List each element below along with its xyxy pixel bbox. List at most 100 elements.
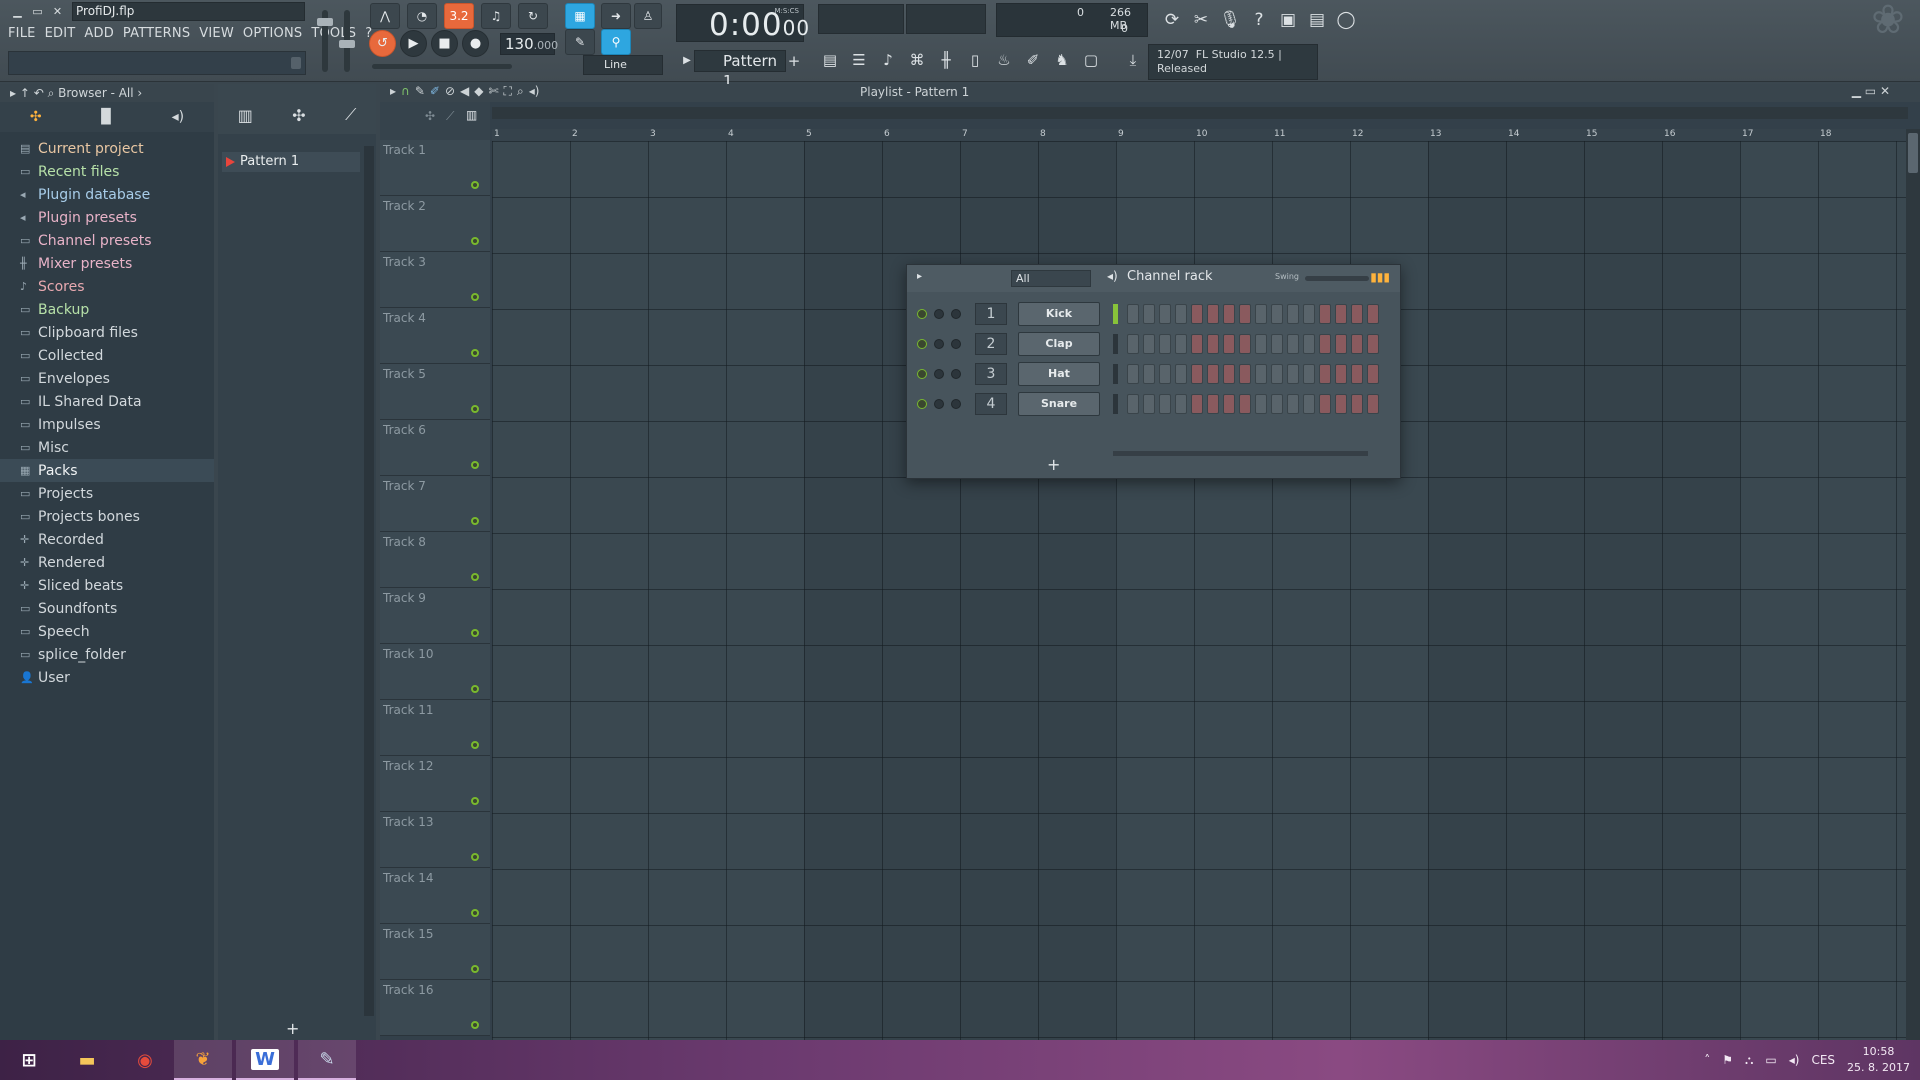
step-button[interactable] xyxy=(1335,364,1347,384)
step-button[interactable] xyxy=(1175,334,1187,354)
master-pitch-slider[interactable] xyxy=(339,10,355,72)
step-button[interactable] xyxy=(1287,394,1299,414)
browser-item-speech[interactable]: ▭ Speech xyxy=(0,620,214,643)
track-header-item[interactable]: Track 16 xyxy=(380,980,490,1036)
menu-item-patterns[interactable]: PATTERNS xyxy=(123,26,190,41)
delete-tool-icon[interactable]: ⊘ xyxy=(445,84,455,99)
browser-item-splice-folder[interactable]: ▭ splice_folder xyxy=(0,643,214,666)
browser-item-collected[interactable]: ▭ Collected xyxy=(0,344,214,367)
track-mute-led[interactable] xyxy=(471,517,479,525)
slider-thumb[interactable] xyxy=(339,40,355,48)
channel-name-button[interactable]: Hat xyxy=(1018,362,1100,386)
track-header-item[interactable]: Track 8 xyxy=(380,532,490,588)
clock[interactable]: 10:58 25. 8. 2017 xyxy=(1847,1044,1910,1076)
step-button[interactable] xyxy=(1367,334,1379,354)
browser-item-plugin-database[interactable]: ◂ Plugin database xyxy=(0,183,214,206)
graph-editor-icon[interactable]: ▮▮▮ xyxy=(1370,270,1390,284)
chat-icon[interactable]: ◯ xyxy=(1334,8,1358,32)
track-mute-led[interactable] xyxy=(471,293,479,301)
add-picker-icon[interactable]: + xyxy=(286,1019,299,1038)
step-button[interactable] xyxy=(1223,334,1235,354)
tab-current-project-icon[interactable]: ▉ xyxy=(101,109,112,125)
mixer-icon[interactable]: ╫ xyxy=(934,47,958,73)
step-button[interactable] xyxy=(1271,304,1283,324)
step-button[interactable] xyxy=(1175,394,1187,414)
step-button[interactable] xyxy=(1351,334,1363,354)
file-explorer-icon[interactable]: ▬ xyxy=(58,1040,116,1080)
channel-mixer-track[interactable]: 4 xyxy=(975,393,1007,415)
track-mute-led[interactable] xyxy=(471,965,479,973)
playlist-hscroll[interactable] xyxy=(492,107,1908,119)
add-pattern-icon[interactable]: + xyxy=(786,50,802,72)
step-button[interactable] xyxy=(1175,304,1187,324)
paint-tool-icon[interactable]: ✐ xyxy=(430,84,440,99)
loop-mode-icon[interactable]: ↺ xyxy=(369,30,396,57)
step-button[interactable] xyxy=(1367,304,1379,324)
mute-tool-icon[interactable]: ◀ xyxy=(460,84,469,99)
step-button[interactable] xyxy=(1207,334,1219,354)
step-button[interactable] xyxy=(1319,334,1331,354)
step-button[interactable] xyxy=(1143,364,1155,384)
step-button[interactable] xyxy=(1127,394,1139,414)
play-pattern-icon[interactable]: ▶ xyxy=(680,50,694,72)
browser-item-projects[interactable]: ▭ Projects xyxy=(0,482,214,505)
slider-thumb[interactable] xyxy=(317,18,333,26)
step-button[interactable] xyxy=(1223,394,1235,414)
automation-icon[interactable]: ⟋ xyxy=(345,105,356,125)
loop-record-button[interactable]: ↻ xyxy=(518,3,548,29)
browser-item-channel-presets[interactable]: ▭ Channel presets xyxy=(0,229,214,252)
tile-icon[interactable]: ▢ xyxy=(1079,47,1103,73)
paintbrush-button[interactable]: ✎ xyxy=(565,29,595,55)
track-header-item[interactable]: Track 14 xyxy=(380,868,490,924)
track-header-item[interactable]: Track 6 xyxy=(380,420,490,476)
track-mute-led[interactable] xyxy=(471,461,479,469)
stop-icon[interactable]: ■ xyxy=(431,30,458,57)
track-header-item[interactable]: Track 15 xyxy=(380,924,490,980)
slice-tool-icon[interactable]: ✄ xyxy=(488,84,498,99)
browser-toggle-icon[interactable]: ⌘ xyxy=(905,47,929,73)
browser-nav-icons[interactable]: ▸ ↑ ↶ ⌕ xyxy=(10,86,58,100)
menu-item-view[interactable]: VIEW xyxy=(199,26,234,41)
step-button[interactable] xyxy=(1319,364,1331,384)
track-mute-led[interactable] xyxy=(471,573,479,581)
browser-item-recent-files[interactable]: ▭ Recent files xyxy=(0,160,214,183)
metronome-icon[interactable]: ♙ xyxy=(634,3,662,29)
channel-select-indicator[interactable] xyxy=(1113,334,1118,354)
step-button[interactable] xyxy=(1127,304,1139,324)
timeline-ruler[interactable]: 1 2 3 4 5 6 7 8 9 10 11 12 13 14 15 16 17 18 xyxy=(492,129,1908,141)
network-status-icon[interactable]: ⛬ xyxy=(1745,1053,1753,1068)
step-button[interactable] xyxy=(1255,334,1267,354)
window-controls[interactable]: ▁ ▭ ✕ xyxy=(1852,84,1890,98)
step-button[interactable] xyxy=(1159,304,1171,324)
track-mute-led[interactable] xyxy=(471,741,479,749)
language-indicator[interactable]: CES xyxy=(1811,1053,1835,1067)
step-button[interactable] xyxy=(1303,304,1315,324)
browser-item-impulses[interactable]: ▭ Impulses xyxy=(0,413,214,436)
step-button[interactable] xyxy=(1287,334,1299,354)
step-button[interactable] xyxy=(1223,304,1235,324)
step-button[interactable] xyxy=(1335,334,1347,354)
menu-item-add[interactable]: ADD xyxy=(84,26,114,41)
channel-filter[interactable]: All xyxy=(1011,270,1091,287)
step-button[interactable] xyxy=(1239,364,1251,384)
slip-tool-icon[interactable]: ◆ xyxy=(474,84,483,99)
step-button[interactable] xyxy=(1351,394,1363,414)
browser-item-envelopes[interactable]: ▭ Envelopes xyxy=(0,367,214,390)
picker-scrollbar[interactable] xyxy=(364,146,374,1016)
step-button[interactable] xyxy=(1191,304,1203,324)
track-header-item[interactable]: Track 7 xyxy=(380,476,490,532)
step-button[interactable] xyxy=(1207,364,1219,384)
step-button[interactable] xyxy=(1287,364,1299,384)
step-button[interactable] xyxy=(1159,364,1171,384)
step-button[interactable] xyxy=(1159,334,1171,354)
step-button[interactable] xyxy=(1143,334,1155,354)
paint-icon[interactable]: ✎ xyxy=(298,1040,356,1080)
browser-item-plugin-presets[interactable]: ◂ Plugin presets xyxy=(0,206,214,229)
step-button[interactable] xyxy=(1303,394,1315,414)
restore-icon[interactable]: ▭ xyxy=(30,4,45,19)
channel-volume-knob[interactable] xyxy=(951,399,961,409)
playlist-menu-icon[interactable]: ▸ xyxy=(390,84,396,99)
channel-mixer-track[interactable]: 2 xyxy=(975,333,1007,355)
link-button[interactable]: ⚲ xyxy=(601,29,631,55)
channel-select-indicator[interactable] xyxy=(1113,394,1118,414)
